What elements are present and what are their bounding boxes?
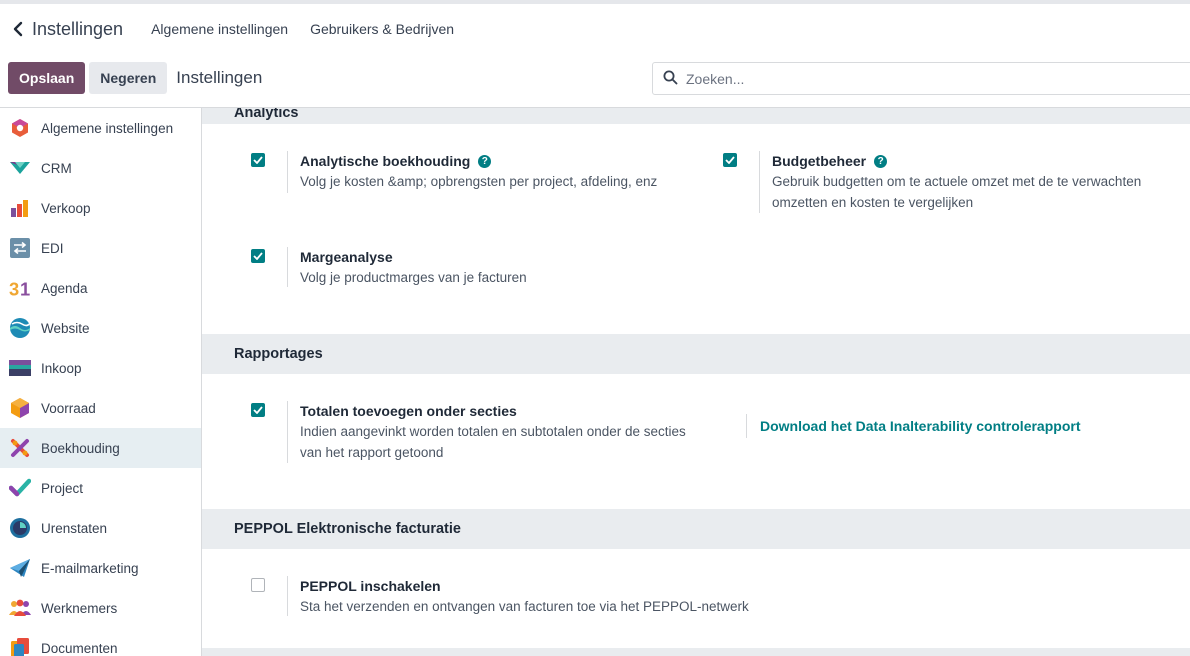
sidebar-item-label: Voorraad — [41, 400, 96, 416]
sidebar-item-documents[interactable]: Documenten — [0, 628, 201, 656]
project-check-icon — [9, 477, 31, 499]
sidebar-item-label: Werknemers — [41, 600, 118, 616]
setting-description: van het rapport getoond — [300, 445, 444, 460]
menu-users-companies[interactable]: Gebruikers & Bedrijven — [310, 21, 454, 37]
documents-icon — [9, 637, 31, 656]
sidebar-item-project[interactable]: Project — [0, 468, 201, 508]
setting-section-totals: Totalen toevoegen onder secties Indien a… — [251, 401, 727, 463]
setting-description: Volg je kosten &amp; opbrengsten per pro… — [300, 174, 658, 189]
sidebar-item-employees[interactable]: Werknemers — [0, 588, 201, 628]
sidebar-item-label: Inkoop — [41, 360, 82, 376]
sales-chart-icon — [9, 197, 31, 219]
app-title[interactable]: Instellingen — [32, 19, 123, 40]
download-inalterability-report-link[interactable]: Download het Data Inalterability control… — [746, 414, 1080, 438]
svg-text:1: 1 — [20, 278, 30, 298]
sidebar-item-inventory[interactable]: Voorraad — [0, 388, 201, 428]
sidebar-item-label: E-mailmarketing — [41, 560, 139, 576]
calendar-31-icon: 31 — [9, 277, 31, 299]
setting-body: Budgetbeheer ? Gebruik budgetten om te a… — [759, 151, 1190, 213]
setting-title: Budgetbeheer — [772, 153, 867, 169]
sidebar-item-edi[interactable]: EDI — [0, 228, 201, 268]
menu-general-settings[interactable]: Algemene instellingen — [151, 21, 288, 37]
setting-body: Analytische boekhouding ? Volg je kosten… — [287, 151, 707, 193]
sidebar-item-label: Website — [41, 320, 90, 336]
section-header-peppol: PEPPOL Elektronische facturatie — [202, 509, 1190, 549]
search-input[interactable] — [686, 70, 1166, 87]
section-totals-checkbox[interactable] — [251, 403, 265, 417]
sidebar-item-calendar[interactable]: 31 Agenda — [0, 268, 201, 308]
sidebar-item-label: Urenstaten — [41, 520, 108, 536]
inventory-box-icon — [9, 397, 31, 419]
save-button[interactable]: Opslaan — [8, 62, 86, 94]
settings-content: Analytics Analytische boekhouding ? Volg… — [202, 108, 1190, 656]
help-icon[interactable]: ? — [478, 154, 492, 168]
search-icon — [663, 70, 678, 88]
setting-title: Analytische boekhouding — [300, 153, 471, 169]
setting-title: Totalen toevoegen onder secties — [300, 403, 517, 419]
search-bar[interactable] — [652, 62, 1190, 95]
section-header-reports: Rapportages — [202, 334, 1190, 374]
setting-body: PEPPOL inschakelen Sta het verzenden en … — [287, 576, 787, 616]
setting-budget-management: Budgetbeheer ? Gebruik budgetten om te a… — [723, 151, 1190, 213]
sidebar-item-label: EDI — [41, 240, 64, 256]
setting-description: omzetten en kosten te vergelijken — [772, 195, 974, 210]
margin-analysis-checkbox[interactable] — [251, 249, 265, 263]
discard-button[interactable]: Negeren — [89, 62, 168, 94]
sidebar-item-timesheets[interactable]: Urenstaten — [0, 508, 201, 548]
purchase-card-icon — [9, 357, 31, 379]
sidebar-item-sales[interactable]: Verkoop — [0, 188, 201, 228]
accounting-icon — [9, 437, 31, 459]
section-header-analytics: Analytics — [202, 108, 1190, 124]
setting-title: Margeanalyse — [300, 249, 393, 265]
setting-analytic-accounting: Analytische boekhouding ? Volg je kosten… — [251, 151, 707, 193]
sidebar-item-label: Algemene instellingen — [41, 120, 174, 136]
setting-peppol-enable: PEPPOL inschakelen Sta het verzenden en … — [251, 576, 787, 616]
employees-icon — [9, 597, 31, 619]
svg-text:3: 3 — [9, 278, 19, 298]
edi-arrows-icon — [9, 237, 31, 259]
setting-description: Volg je productmarges van je facturen — [300, 270, 527, 285]
budget-management-checkbox[interactable] — [723, 153, 737, 167]
sidebar-item-label: Boekhouding — [41, 440, 120, 456]
setting-body: Totalen toevoegen onder secties Indien a… — [287, 401, 727, 463]
crm-icon — [9, 157, 31, 179]
setting-description: Gebruik budgetten om te actuele omzet me… — [772, 174, 1142, 189]
sidebar-item-label: Agenda — [41, 280, 88, 296]
setting-title: PEPPOL inschakelen — [300, 578, 441, 594]
timesheet-clock-icon — [9, 517, 31, 539]
sidebar-item-label: Verkoop — [41, 200, 91, 216]
sidebar-item-label: Documenten — [41, 640, 118, 656]
sidebar-item-general-settings[interactable]: Algemene instellingen — [0, 108, 201, 148]
analytic-accounting-checkbox[interactable] — [251, 153, 265, 167]
chevron-left-icon[interactable] — [10, 19, 26, 39]
breadcrumb: Instellingen Algemene instellingen Gebru… — [10, 14, 476, 44]
setting-margin-analysis: Margeanalyse Volg je productmarges van j… — [251, 247, 707, 287]
email-plane-icon — [9, 557, 31, 579]
action-bar: Opslaan Negeren Instellingen — [8, 62, 262, 94]
settings-hexagon-icon — [9, 117, 31, 139]
section-header-next — [202, 648, 1190, 656]
control-panel: Instellingen Algemene instellingen Gebru… — [0, 0, 1190, 108]
sidebar-item-purchase[interactable]: Inkoop — [0, 348, 201, 388]
website-globe-icon — [9, 317, 31, 339]
sidebar-item-crm[interactable]: CRM — [0, 148, 201, 188]
setting-body: Margeanalyse Volg je productmarges van j… — [287, 247, 707, 287]
sidebar-item-email-marketing[interactable]: E-mailmarketing — [0, 548, 201, 588]
peppol-enable-checkbox[interactable] — [251, 578, 265, 592]
setting-description: Indien aangevinkt worden totalen en subt… — [300, 424, 686, 439]
sidebar-item-label: Project — [41, 480, 84, 496]
sidebar-item-accounting[interactable]: Boekhouding — [0, 428, 201, 468]
sidebar-item-label: CRM — [41, 160, 72, 176]
setting-description: Sta het verzenden en ontvangen van factu… — [300, 599, 749, 614]
sidebar-item-website[interactable]: Website — [0, 308, 201, 348]
settings-sidebar: Algemene instellingen CRM Verkoop EDI 31… — [0, 108, 202, 656]
page-title: Instellingen — [176, 68, 263, 87]
help-icon[interactable]: ? — [874, 154, 888, 168]
